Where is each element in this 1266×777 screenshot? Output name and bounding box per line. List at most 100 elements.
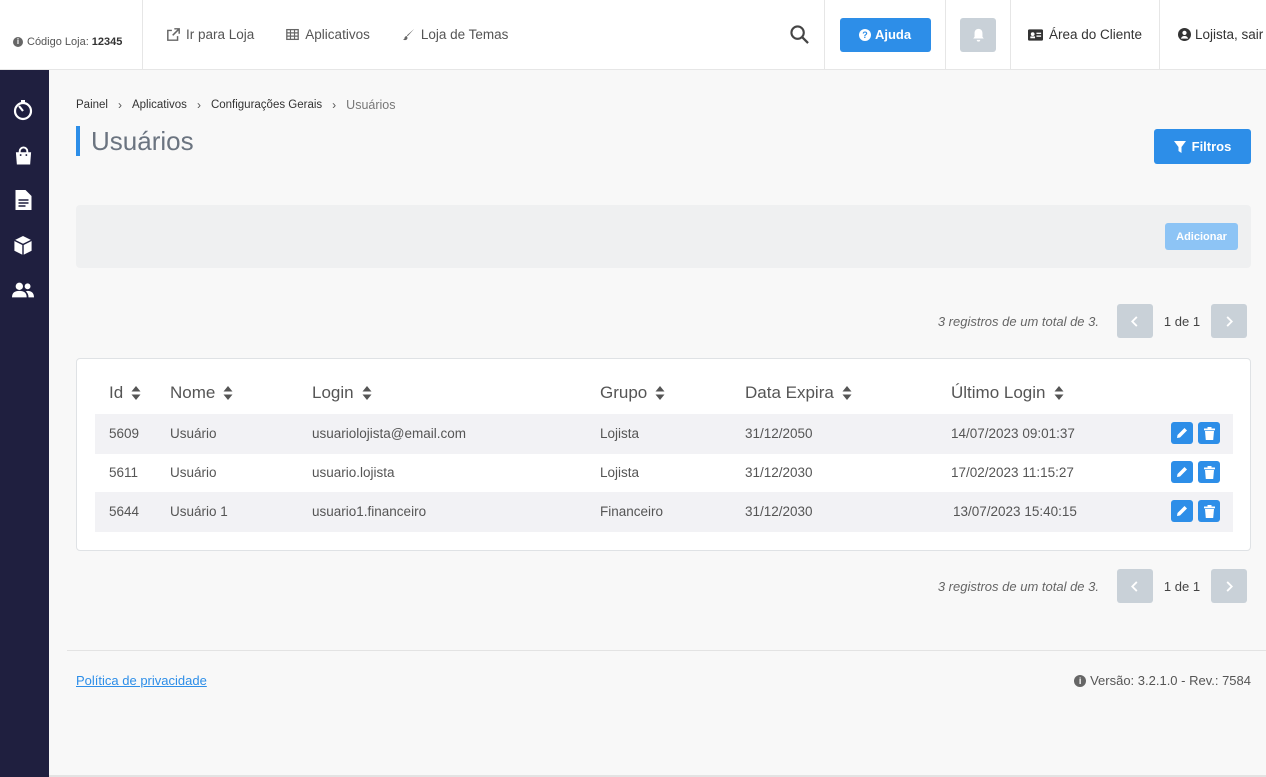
pencil-icon: [1177, 428, 1187, 438]
next-page-button[interactable]: [1211, 569, 1247, 603]
users-table: Id Nome Login Grupo Data Expira Último L…: [76, 358, 1251, 551]
delete-button[interactable]: [1198, 422, 1220, 444]
edit-button[interactable]: [1171, 500, 1193, 522]
grid-icon: [286, 28, 300, 41]
sort-icon: [842, 386, 852, 400]
page-title: Usuários: [76, 126, 194, 156]
go-to-store-link[interactable]: Ir para Loja: [167, 27, 254, 42]
info-icon: i: [1074, 674, 1087, 687]
cell-nome: Usuário: [170, 426, 217, 441]
sort-icon: [223, 386, 233, 400]
column-header-grupo[interactable]: Grupo: [600, 383, 665, 403]
box-icon[interactable]: [12, 234, 34, 256]
breadcrumb: Painel › Aplicativos › Configurações Ger…: [76, 98, 396, 112]
edit-button[interactable]: [1171, 422, 1193, 444]
version-label: Versão: 3.2.1.0 - Rev.: 7584: [1090, 673, 1251, 688]
notifications-button[interactable]: [960, 17, 996, 52]
search-icon: [790, 25, 809, 44]
column-label: Data Expira: [745, 383, 834, 402]
delete-button[interactable]: [1198, 461, 1220, 483]
column-header-ultimo-login[interactable]: Último Login: [951, 383, 1064, 403]
breadcrumb-aplicativos[interactable]: Aplicativos: [132, 99, 187, 111]
question-icon: ?: [858, 28, 871, 41]
stopwatch-icon[interactable]: [12, 99, 34, 121]
sort-icon: [131, 386, 141, 400]
help-button[interactable]: ? Ajuda: [839, 17, 931, 52]
column-label: Id: [109, 383, 124, 402]
external-link-icon: [167, 28, 180, 41]
column-header-login[interactable]: Login: [312, 383, 372, 403]
cell-id: 5644: [109, 504, 140, 519]
breadcrumb-current: Usuários: [346, 98, 396, 112]
table-row: 5644 Usuário 1 usuario1.financeiro Finan…: [95, 492, 1233, 532]
column-label: Último Login: [951, 383, 1046, 402]
search-button[interactable]: [775, 0, 825, 70]
cell-data-expira: 31/12/2050: [745, 426, 813, 441]
prev-page-button[interactable]: [1117, 304, 1153, 338]
trash-icon: [1203, 504, 1215, 518]
cell-ultimo-login: 13/07/2023 15:40:15: [953, 504, 1077, 519]
add-button[interactable]: Adicionar: [1165, 223, 1238, 250]
client-area-link[interactable]: Área do Cliente: [1011, 0, 1160, 70]
store-code-label: Código Loja:: [27, 35, 89, 48]
sort-icon: [1054, 386, 1063, 400]
top-nav: Ir para Loja Aplicativos Loja de Temas: [143, 0, 775, 70]
breadcrumb-configuracoes[interactable]: Configurações Gerais: [211, 99, 322, 111]
user-label: Lojista, sair: [1195, 27, 1264, 42]
user-circle-icon: [1178, 28, 1191, 41]
help-area: ? Ajuda: [825, 0, 946, 70]
column-header-nome[interactable]: Nome: [170, 383, 233, 403]
theme-store-label: Loja de Temas: [420, 27, 509, 42]
sort-icon: [362, 386, 372, 400]
trash-icon: [1203, 465, 1215, 479]
column-label: Nome: [170, 383, 216, 402]
client-area-label: Área do Cliente: [1048, 27, 1143, 42]
table-row: 5609 Usuário usuariolojista@email.com Lo…: [95, 414, 1233, 454]
next-page-button[interactable]: [1211, 304, 1247, 338]
top-bar: i Código Loja: 12345 Ir para Loja Aplica…: [0, 0, 1266, 70]
chevron-right-icon: [1226, 315, 1233, 327]
cell-login: usuario1.financeiro: [312, 504, 427, 519]
id-card-icon: [1027, 28, 1043, 41]
sort-icon: [655, 386, 665, 400]
pencil-icon: [1177, 467, 1187, 477]
apps-link[interactable]: Aplicativos: [286, 27, 370, 42]
cell-data-expira: 31/12/2030: [745, 504, 813, 519]
pagination-bottom: 3 registros de um total de 3. 1 de 1: [938, 569, 1247, 603]
shopping-bag-icon[interactable]: [12, 145, 34, 167]
chevron-right-icon: ›: [196, 98, 201, 112]
column-label: Grupo: [600, 383, 648, 402]
go-to-store-label: Ir para Loja: [186, 27, 255, 42]
privacy-policy-link[interactable]: Política de privacidade: [76, 673, 207, 688]
notifications-area: [946, 0, 1011, 70]
chevron-left-icon: [1131, 315, 1138, 327]
bell-icon: [972, 28, 984, 42]
cell-ultimo-login: 17/02/2023 11:15:27: [951, 465, 1074, 480]
delete-button[interactable]: [1198, 500, 1220, 522]
table-row: 5611 Usuário usuario.lojista Lojista 31/…: [95, 453, 1233, 493]
document-icon[interactable]: [12, 189, 34, 211]
breadcrumb-painel[interactable]: Painel: [76, 99, 108, 111]
brush-icon: [402, 28, 415, 41]
chevron-right-icon: [1226, 580, 1233, 592]
store-code: i Código Loja: 12345: [0, 0, 143, 70]
cell-id: 5611: [109, 465, 139, 480]
users-icon[interactable]: [12, 279, 34, 301]
footer-divider: [67, 650, 1266, 651]
filters-button[interactable]: Filtros: [1154, 129, 1251, 164]
cell-grupo: Lojista: [600, 465, 640, 480]
version-info: i Versão: 3.2.1.0 - Rev.: 7584: [1074, 673, 1251, 688]
info-icon: i: [13, 36, 23, 47]
user-logout-link[interactable]: Lojista, sair: [1160, 0, 1266, 70]
column-header-data-expira[interactable]: Data Expira: [745, 383, 852, 403]
prev-page-button[interactable]: [1117, 569, 1153, 603]
theme-store-link[interactable]: Loja de Temas: [402, 27, 509, 42]
action-panel: Adicionar: [76, 205, 1251, 268]
cell-id: 5609: [109, 426, 140, 441]
column-header-id[interactable]: Id: [109, 383, 141, 403]
pagination-top: 3 registros de um total de 3. 1 de 1: [938, 304, 1247, 338]
edit-button[interactable]: [1171, 461, 1193, 483]
filters-label: Filtros: [1191, 139, 1232, 154]
cell-ultimo-login: 14/07/2023 09:01:37: [951, 426, 1075, 441]
cell-login: usuariolojista@email.com: [312, 426, 467, 441]
